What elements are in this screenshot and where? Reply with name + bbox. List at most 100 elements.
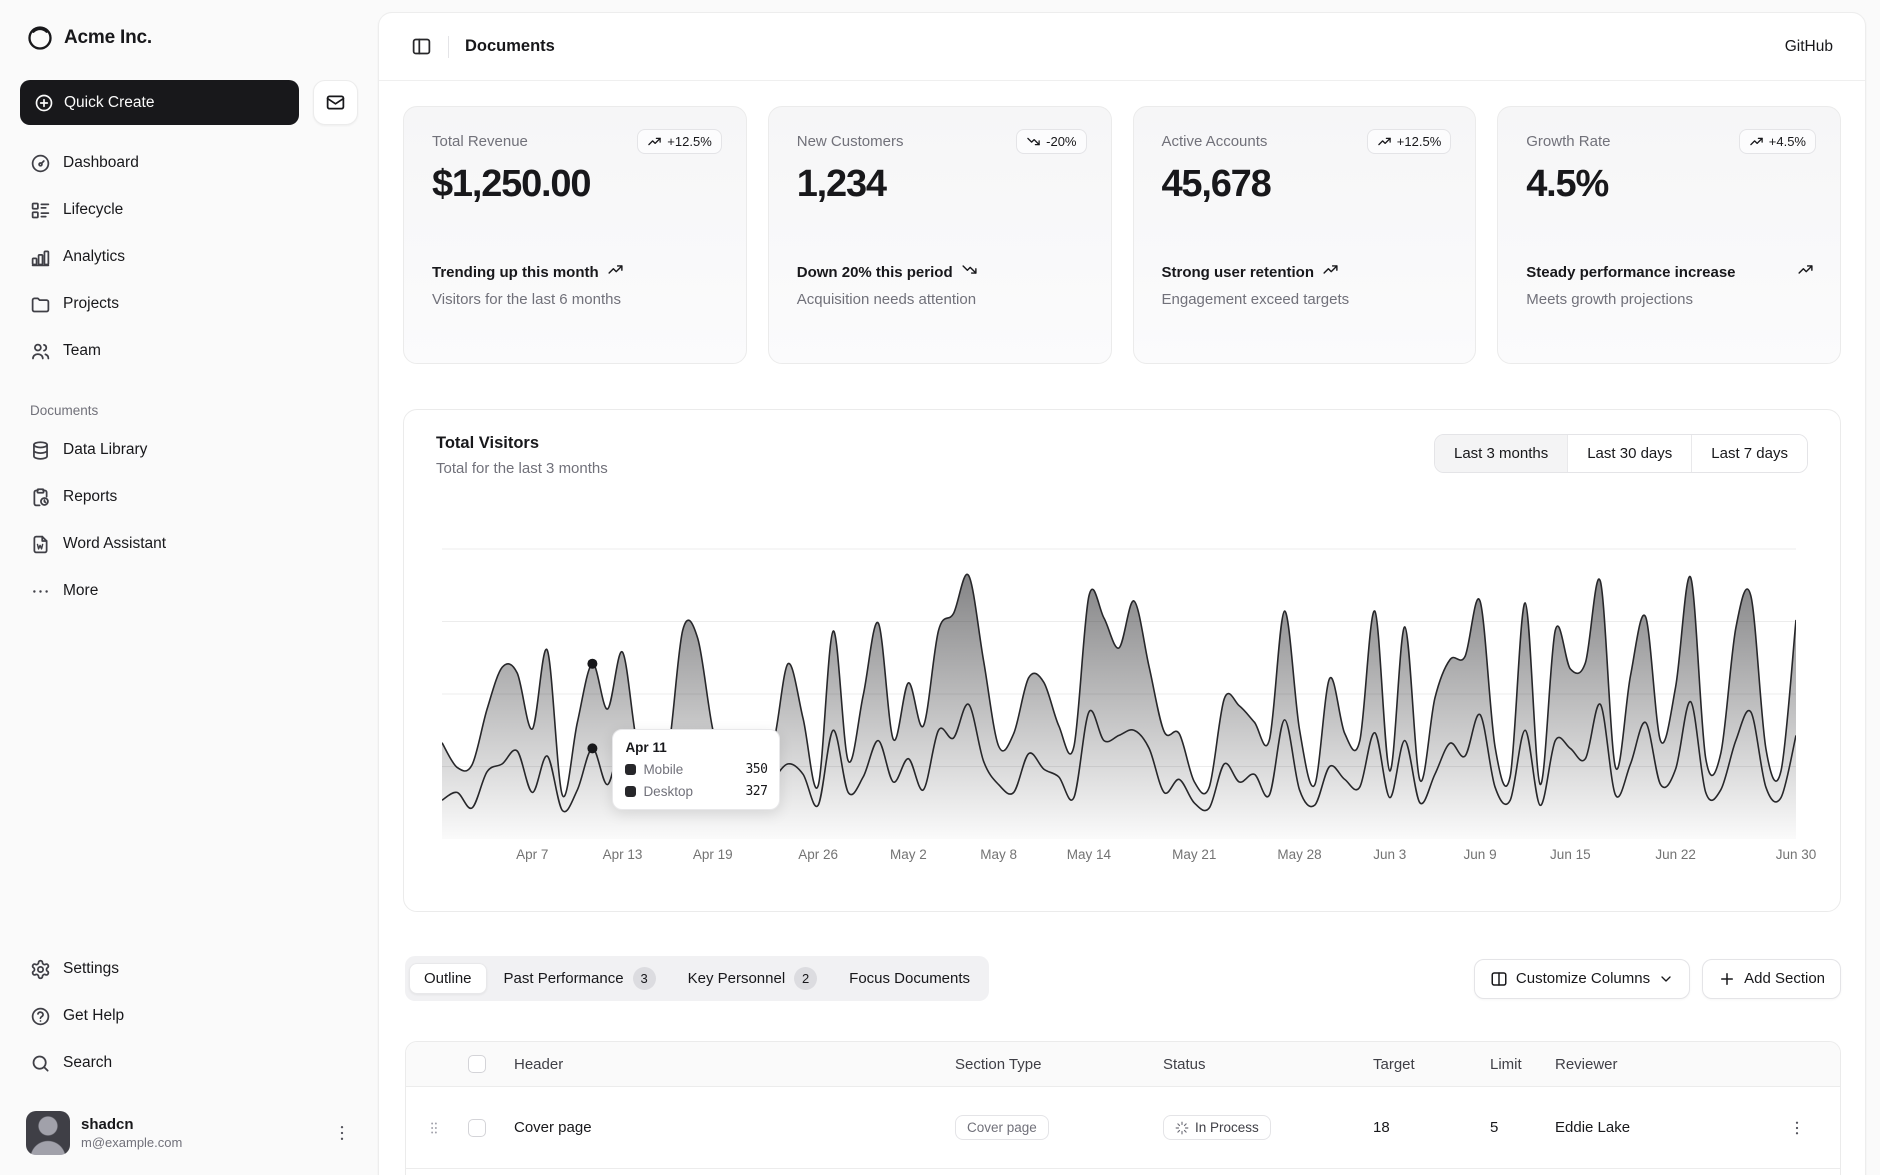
row-header-link[interactable]: Cover page (504, 1119, 949, 1136)
x-tick-label: Jun 9 (1464, 847, 1497, 862)
inbox-button[interactable] (313, 80, 358, 125)
trend-badge: +4.5% (1739, 129, 1816, 154)
help-circle-icon (30, 1006, 51, 1027)
sidebar-toggle-icon[interactable] (411, 36, 432, 57)
stat-foot-desc: Visitors for the last 6 months (432, 291, 720, 308)
file-word-icon (30, 534, 51, 555)
sidebar-item-analytics[interactable]: Analytics (20, 237, 358, 277)
tab-count-badge: 3 (633, 967, 656, 990)
row-menu-button[interactable] (1754, 1119, 1840, 1137)
sidebar-item-dashboard[interactable]: Dashboard (20, 143, 358, 183)
search-icon (30, 1053, 51, 1074)
stat-cards: Total Revenue +12.5% $1,250.00 Trending … (403, 106, 1841, 364)
tab-focus-documents[interactable]: Focus Documents (834, 963, 985, 994)
trend-badge: -20% (1016, 129, 1086, 154)
tooltip-row-mobile: Mobile 350 (625, 762, 767, 777)
trending-up-icon (1377, 134, 1392, 149)
sections-table: Header Section Type Status Target Limit … (405, 1041, 1841, 1175)
x-tick-label: Jun 22 (1655, 847, 1696, 862)
brand[interactable]: Acme Inc. (20, 0, 358, 52)
mobile-swatch (625, 764, 636, 775)
x-tick-label: May 8 (980, 847, 1017, 862)
sidebar-item-reports[interactable]: Reports (20, 477, 358, 517)
table-header-row: Header Section Type Status Target Limit … (406, 1042, 1840, 1086)
x-tick-label: May 14 (1067, 847, 1111, 862)
x-tick-label: May 21 (1172, 847, 1216, 862)
stat-card-growth-rate: Growth Rate +4.5% 4.5% Steady performanc… (1497, 106, 1841, 364)
trending-down-icon (961, 261, 978, 278)
folder-icon (30, 294, 51, 315)
stat-foot-title: Trending up this month (432, 261, 720, 284)
col-reviewer: Reviewer (1549, 1056, 1754, 1073)
gear-icon (30, 959, 51, 980)
section-tabs-row: Outline Past Performance 3 Key Personnel… (405, 956, 1841, 1001)
sidebar-item-word-assistant[interactable]: Word Assistant (20, 524, 358, 564)
range-last-3-months[interactable]: Last 3 months (1435, 435, 1567, 472)
x-tick-label: Jun 3 (1373, 847, 1406, 862)
tab-count-badge: 2 (794, 967, 817, 990)
x-tick-label: Apr 26 (798, 847, 838, 862)
sidebar-item-data-library[interactable]: Data Library (20, 430, 358, 470)
drag-handle-icon[interactable] (406, 1119, 462, 1137)
x-tick-label: May 2 (890, 847, 927, 862)
sidebar-item-team[interactable]: Team (20, 331, 358, 371)
col-status: Status (1157, 1056, 1367, 1073)
x-tick-label: Jun 30 (1776, 847, 1817, 862)
limit-value[interactable]: 5 (1484, 1119, 1549, 1136)
stat-foot-desc: Engagement exceed targets (1162, 291, 1450, 308)
dashboard-icon (30, 153, 51, 174)
sidebar-item-get-help[interactable]: Get Help (20, 996, 358, 1036)
list-details-icon (30, 200, 51, 221)
quick-create-button[interactable]: Quick Create (20, 80, 299, 125)
columns-icon (1490, 970, 1508, 988)
stat-card-new-customers: New Customers -20% 1,234 Down 20% this p… (768, 106, 1112, 364)
trend-badge: +12.5% (1367, 129, 1451, 154)
customize-columns-button[interactable]: Customize Columns (1474, 959, 1690, 999)
sidebar-item-settings[interactable]: Settings (20, 949, 358, 989)
col-header: Header (504, 1056, 949, 1073)
table-row: Table of contents Table of contents Done… (406, 1168, 1840, 1175)
plus-circle-icon (34, 93, 54, 113)
page-title: Documents (465, 37, 555, 56)
target-value[interactable]: 18 (1367, 1119, 1484, 1136)
tooltip-date: Apr 11 (625, 740, 767, 755)
reviewer-value[interactable]: Eddie Lake (1549, 1119, 1754, 1136)
dots-vertical-icon (332, 1123, 352, 1143)
trending-up-icon (1322, 261, 1339, 278)
trend-badge: +12.5% (637, 129, 721, 154)
stat-foot-desc: Meets growth projections (1526, 291, 1814, 308)
user-menu[interactable]: shadcn m@example.com (20, 1105, 358, 1161)
sidebar-item-search[interactable]: Search (20, 1043, 358, 1083)
user-name: shadcn (81, 1116, 321, 1133)
stat-foot-title: Down 20% this period (797, 261, 1085, 284)
table-row: Cover page Cover page In Process 18 5 Ed… (406, 1086, 1840, 1168)
github-link[interactable]: GitHub (1785, 38, 1833, 56)
total-visitors-card: Total Visitors Total for the last 3 mont… (403, 409, 1841, 912)
database-icon (30, 440, 51, 461)
sidebar-item-projects[interactable]: Projects (20, 284, 358, 324)
sidebar-item-more[interactable]: More (20, 571, 358, 611)
range-last-30-days[interactable]: Last 30 days (1567, 435, 1691, 472)
plus-icon (1718, 970, 1736, 988)
range-last-7-days[interactable]: Last 7 days (1691, 435, 1807, 472)
tab-key-personnel[interactable]: Key Personnel 2 (673, 960, 833, 997)
x-tick-label: May 28 (1277, 847, 1321, 862)
add-section-button[interactable]: Add Section (1702, 959, 1841, 999)
stat-value: 45,678 (1162, 163, 1450, 206)
status-badge: In Process (1163, 1115, 1271, 1140)
stat-foot-title: Strong user retention (1162, 261, 1450, 284)
chevron-down-icon (1658, 971, 1674, 987)
select-all-checkbox[interactable] (468, 1055, 486, 1073)
sidebar-section-documents: Documents (20, 403, 358, 418)
tooltip-row-desktop: Desktop 327 (625, 784, 767, 799)
visitors-area-chart[interactable]: Apr 11 Mobile 350 Desktop 327 (442, 539, 1796, 839)
tab-past-performance[interactable]: Past Performance 3 (489, 960, 671, 997)
tab-outline[interactable]: Outline (409, 963, 487, 994)
stat-value: $1,250.00 (432, 163, 720, 206)
brand-name: Acme Inc. (64, 27, 152, 49)
sidebar-item-lifecycle[interactable]: Lifecycle (20, 190, 358, 230)
sidebar: Acme Inc. Quick Create Dashboard Lifecyc… (0, 0, 378, 1175)
topbar: Documents GitHub (379, 13, 1865, 81)
row-checkbox[interactable] (468, 1119, 486, 1137)
x-tick-label: Jun 15 (1550, 847, 1591, 862)
